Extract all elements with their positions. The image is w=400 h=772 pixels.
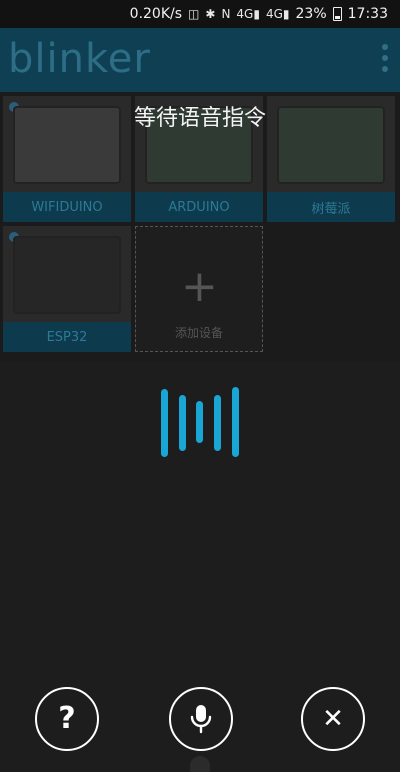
app-header: blinker xyxy=(0,28,400,92)
microphone-button[interactable] xyxy=(169,687,233,751)
network-speed: 0.20K/s xyxy=(129,6,183,22)
battery-icon xyxy=(332,7,342,21)
voice-prompt-title: 等待语音指令 xyxy=(133,106,266,131)
device-card-esp32[interactable]: ESP32 xyxy=(3,226,131,352)
microphone-icon xyxy=(190,705,212,734)
question-icon: ? xyxy=(58,701,76,736)
plus-icon: + xyxy=(181,261,218,312)
close-button[interactable]: ✕ xyxy=(301,687,365,751)
board-image xyxy=(13,236,121,314)
help-button[interactable]: ? xyxy=(35,687,99,751)
status-bar: 0.20K/s ◫ ✱ N 4G▮ 4G▮ 23% 17:33 xyxy=(0,0,400,28)
waveform-bar xyxy=(161,389,168,457)
add-device-label: 添加设备 xyxy=(174,326,223,340)
nfc-icon: ◫ xyxy=(188,7,200,21)
bluetooth-icon: ✱ xyxy=(205,7,216,21)
bottom-sheet-handle xyxy=(190,756,210,772)
waveform-bar xyxy=(232,387,239,457)
signal-4g-icon: 4G▮ xyxy=(236,7,260,21)
add-device-button[interactable]: + 添加设备 xyxy=(135,226,263,352)
signal-4g-icon-2: 4G▮ xyxy=(265,7,290,21)
device-label: ESP32 xyxy=(3,322,131,352)
close-icon: ✕ xyxy=(322,704,344,734)
device-grid: WIFIDUINO ARDUINO 树莓派 ESP32 + 添加设备 xyxy=(0,92,400,362)
waveform-bar xyxy=(196,401,203,443)
nfc-n-icon: N xyxy=(221,7,231,21)
device-label: WIFIDUINO xyxy=(3,192,131,222)
more-menu-icon[interactable] xyxy=(382,44,388,72)
device-label: 树莓派 xyxy=(267,192,395,222)
clock: 17:33 xyxy=(347,6,388,22)
waveform-bar xyxy=(179,395,186,451)
waveform-bar xyxy=(214,395,221,451)
app-logo: blinker xyxy=(8,36,151,82)
voice-waveform xyxy=(0,385,400,457)
device-label: ARDUINO xyxy=(135,192,263,222)
battery-percent: 23% xyxy=(295,6,327,22)
